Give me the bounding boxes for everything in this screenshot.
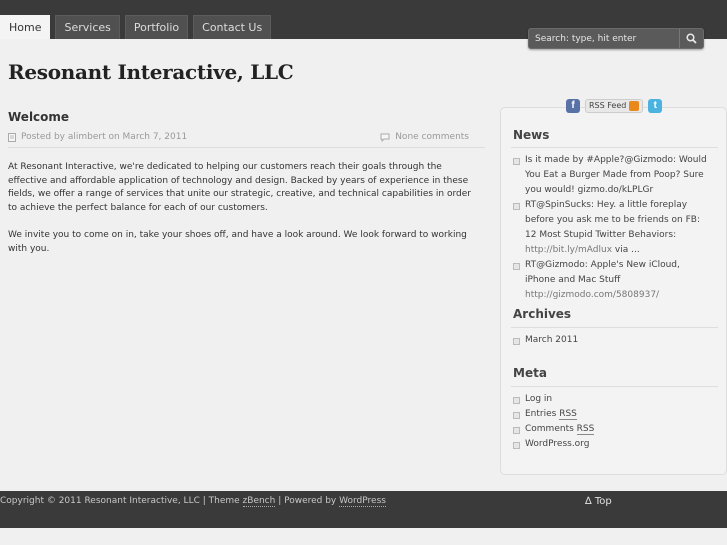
news-item[interactable]: RT@Gizmodo: Apple's New iCloud, iPhone a… <box>513 258 713 303</box>
main-nav: Home Services Portfolio Contact Us <box>0 15 276 39</box>
nav-tab-portfolio[interactable]: Portfolio <box>124 15 189 39</box>
sidebar: News Is it made by #Apple?@Gizmodo: Woul… <box>500 107 727 475</box>
meta-list: Log in Entries RSS Comments RSS WordPres… <box>513 392 595 452</box>
news-link[interactable]: http://gizmodo.com/5808937/ <box>525 290 659 300</box>
search-input[interactable] <box>529 29 679 48</box>
nav-tab-contact-us[interactable]: Contact Us <box>193 15 272 39</box>
news-item[interactable]: Is it made by #Apple?@Gizmodo: Would You… <box>513 153 713 198</box>
document-icon <box>8 132 16 142</box>
divider <box>511 386 718 387</box>
news-widget-title: News <box>513 128 550 142</box>
nav-tab-services[interactable]: Services <box>55 15 120 39</box>
meta-entries-rss-link[interactable]: Entries RSS <box>513 407 594 422</box>
twitter-icon[interactable]: t <box>648 99 663 113</box>
theme-link[interactable]: zBench <box>242 496 276 507</box>
site-title[interactable]: Resonant Interactive, LLC <box>8 60 294 84</box>
meta-comments-rss-link[interactable]: Comments RSS <box>513 422 595 437</box>
post-body: At Resonant Interactive, we're dedicated… <box>8 161 478 270</box>
news-list: Is it made by #Apple?@Gizmodo: Would You… <box>513 153 713 303</box>
comments-link[interactable]: None comments <box>395 132 469 142</box>
back-to-top-link[interactable]: ∆ Top <box>585 496 612 507</box>
search-box <box>528 28 704 49</box>
post-title[interactable]: Welcome <box>8 110 69 124</box>
archives-widget-title: Archives <box>513 307 572 321</box>
comment-icon <box>380 133 390 142</box>
search-button[interactable] <box>679 29 703 48</box>
meta-widget-title: Meta <box>513 366 547 380</box>
search-icon <box>686 33 697 44</box>
facebook-icon[interactable]: f <box>566 99 580 113</box>
post-paragraph: At Resonant Interactive, we're dedicated… <box>8 162 471 213</box>
divider <box>511 147 718 148</box>
post-meta: Posted by alimbert on March 7, 2011 None… <box>8 130 485 148</box>
news-link[interactable]: http://bit.ly/mAdlux <box>525 245 612 255</box>
meta-wordpress-link[interactable]: WordPress.org <box>513 437 594 452</box>
footer-credits: Copyright © 2011 Resonant Interactive, L… <box>0 496 386 507</box>
meta-login-link[interactable]: Log in <box>513 392 594 407</box>
post-meta-text: Posted by alimbert on March 7, 2011 <box>21 132 188 142</box>
post-paragraph: We invite you to come on in, take your s… <box>8 230 467 254</box>
archives-list: March 2011 <box>513 333 578 348</box>
divider <box>511 327 718 328</box>
archive-item[interactable]: March 2011 <box>513 333 578 348</box>
nav-tab-home[interactable]: Home <box>0 15 51 39</box>
wordpress-link[interactable]: WordPress <box>339 496 386 507</box>
news-item[interactable]: RT@SpinSucks: Hey. a little foreplay bef… <box>513 198 713 258</box>
rss-feed-button[interactable]: RSS Feed <box>585 99 644 113</box>
footer: Copyright © 2011 Resonant Interactive, L… <box>0 491 727 528</box>
rss-icon <box>629 101 640 111</box>
social-links: f RSS Feed t <box>566 99 663 113</box>
